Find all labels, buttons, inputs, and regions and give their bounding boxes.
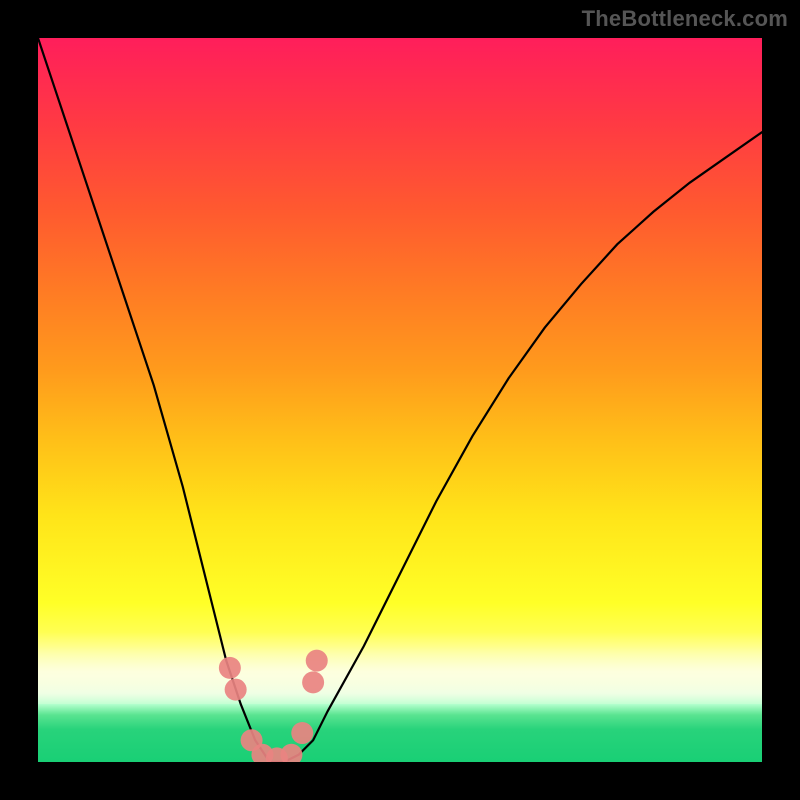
bottleneck-curve bbox=[38, 38, 762, 762]
watermark-text: TheBottleneck.com bbox=[582, 6, 788, 32]
curve-marker bbox=[225, 679, 247, 701]
curve-marker bbox=[306, 650, 328, 672]
curve-marker bbox=[291, 722, 313, 744]
plot-area bbox=[38, 38, 762, 762]
chart-frame: TheBottleneck.com bbox=[0, 0, 800, 800]
curve-marker bbox=[302, 671, 324, 693]
chart-svg bbox=[38, 38, 762, 762]
curve-marker bbox=[219, 657, 241, 679]
curve-marker bbox=[280, 744, 302, 762]
curve-markers bbox=[219, 650, 328, 762]
